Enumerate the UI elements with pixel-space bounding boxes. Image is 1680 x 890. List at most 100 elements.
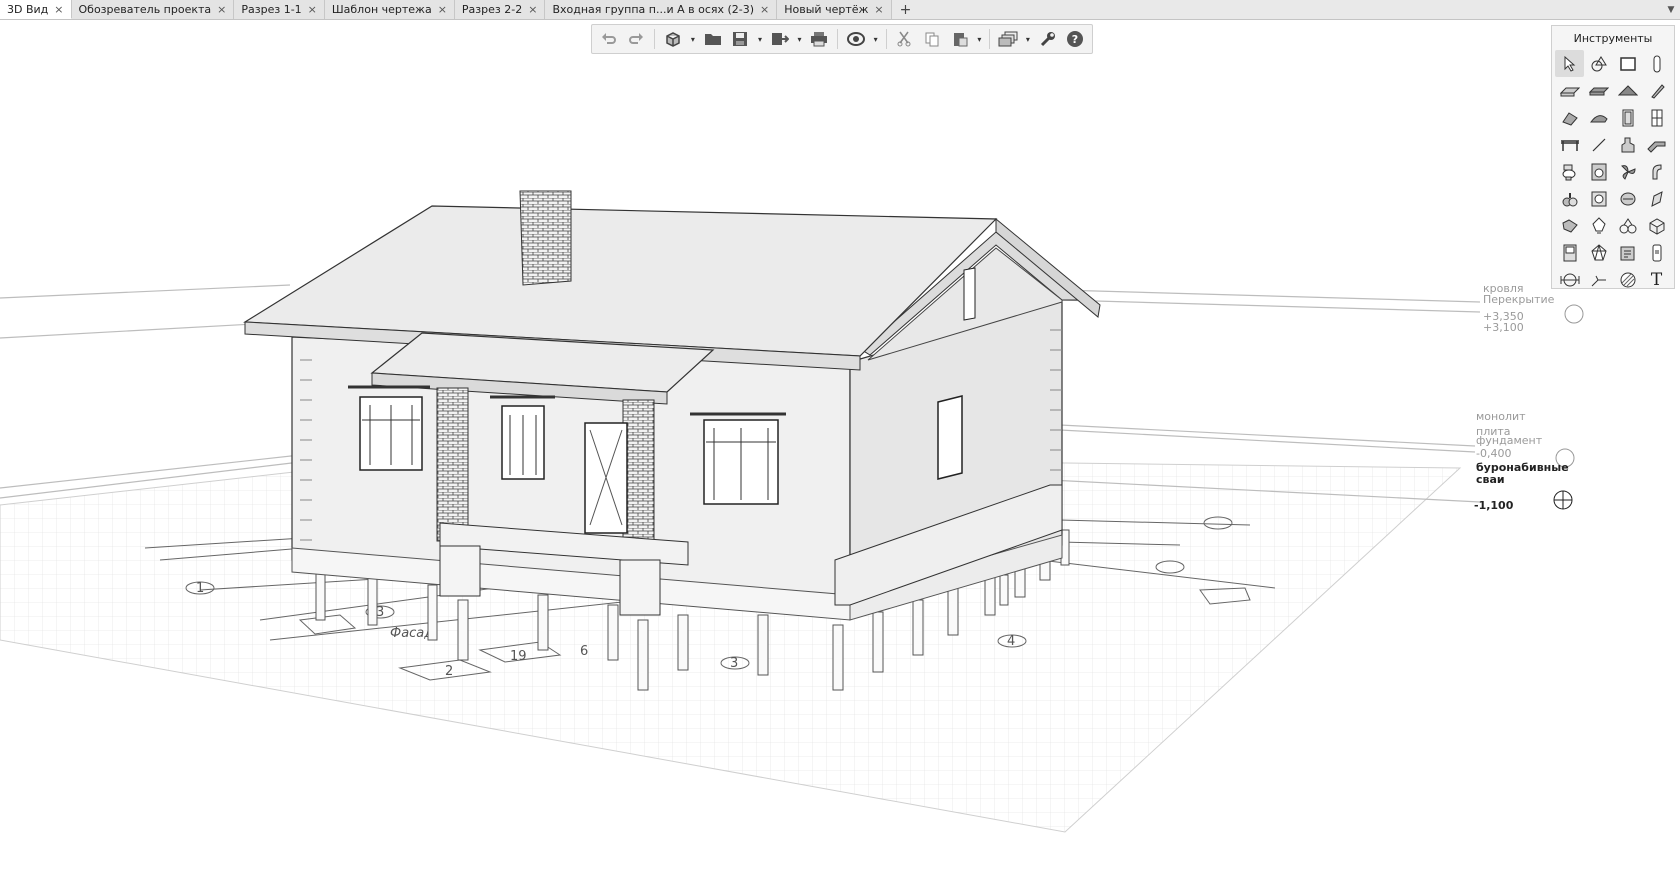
tab-label: Шаблон чертежа xyxy=(331,3,432,16)
tab-section-2-2[interactable]: Разрез 2-2 × xyxy=(454,0,546,19)
tab-drawing-template[interactable]: Шаблон чертежа × xyxy=(324,0,455,19)
tab-close-icon[interactable]: × xyxy=(217,3,226,16)
leader-icon[interactable] xyxy=(1584,266,1613,293)
redo-icon[interactable] xyxy=(624,27,650,51)
socket-icon[interactable] xyxy=(1642,239,1671,266)
house-model xyxy=(243,190,1101,621)
rectangle-icon[interactable] xyxy=(1613,50,1642,77)
panel-icon[interactable] xyxy=(1555,239,1584,266)
tab-close-icon[interactable]: × xyxy=(438,3,447,16)
paste-dropdown-icon[interactable]: ▾ xyxy=(974,27,984,51)
tab-overflow-icon[interactable]: ▼ xyxy=(1662,0,1680,19)
line-icon[interactable] xyxy=(1584,131,1613,158)
tab-project-browser[interactable]: Обозреватель проекта × xyxy=(71,0,235,19)
tab-close-icon[interactable]: × xyxy=(874,3,883,16)
toolbar-separator xyxy=(654,29,656,49)
svg-text:Фасад: Фасад xyxy=(390,626,433,641)
equipment-icon[interactable] xyxy=(1613,239,1642,266)
svg-text:4: 4 xyxy=(1007,634,1015,649)
print-icon[interactable] xyxy=(806,27,832,51)
shapes-icon[interactable] xyxy=(1584,50,1613,77)
tab-close-icon[interactable]: × xyxy=(54,3,63,16)
tab-close-icon[interactable]: × xyxy=(760,3,769,16)
svg-text:1: 1 xyxy=(196,581,204,596)
washer-icon[interactable] xyxy=(1584,158,1613,185)
roof-icon[interactable] xyxy=(1613,77,1642,104)
duct-icon[interactable] xyxy=(1642,158,1671,185)
stair-icon[interactable] xyxy=(1555,104,1584,131)
help-icon[interactable]: ? xyxy=(1062,27,1088,51)
tab-label: 3D Вид xyxy=(7,2,49,16)
level-slab-label: монолит xyxy=(1476,410,1526,423)
fixture-icon[interactable] xyxy=(1613,131,1642,158)
tools-panel: Инструменты T xyxy=(1551,25,1675,290)
box-icon[interactable] xyxy=(1642,212,1671,239)
undo-icon[interactable] xyxy=(596,27,622,51)
cable-icon[interactable] xyxy=(1613,212,1642,239)
slab-icon[interactable] xyxy=(1555,77,1584,104)
layers-icon[interactable] xyxy=(995,27,1021,51)
tab-label: Новый чертёж xyxy=(784,3,869,16)
toolbar-separator xyxy=(837,29,839,49)
toolbar-separator xyxy=(989,29,991,49)
tab-entrance-group[interactable]: Входная группа п...и А в осях (2-3) × xyxy=(545,0,778,19)
hatch-icon[interactable] xyxy=(1613,266,1642,293)
add-tab-button[interactable]: + xyxy=(892,0,920,19)
window-icon[interactable] xyxy=(1642,104,1671,131)
svg-text:6: 6 xyxy=(580,644,588,659)
level-ceiling-label: Перекрытие xyxy=(1483,293,1555,306)
layers-dropdown-icon[interactable]: ▾ xyxy=(1023,27,1033,51)
view-dropdown-icon[interactable]: ▾ xyxy=(688,27,698,51)
valve-icon[interactable] xyxy=(1555,185,1584,212)
view-cube-icon[interactable] xyxy=(660,27,686,51)
export-icon[interactable] xyxy=(767,27,793,51)
model-canvas: 1 3 3 4 2 19 6 Фасад xyxy=(0,190,1584,833)
tab-close-icon[interactable]: × xyxy=(308,3,317,16)
3d-viewport[interactable]: 1 3 3 4 2 19 6 Фасад xyxy=(0,20,1680,890)
bend-icon[interactable] xyxy=(1642,185,1671,212)
tab-label: Разрез 1-1 xyxy=(241,3,302,16)
settings-wrench-icon[interactable] xyxy=(1035,27,1061,51)
level-ceiling-value: +3,100 xyxy=(1483,321,1524,334)
tools-grid: T xyxy=(1552,48,1674,295)
tab-label: Входная группа п...и А в осях (2-3) xyxy=(552,3,755,16)
orbit-icon[interactable] xyxy=(843,27,869,51)
level-slab-value: -0,400 xyxy=(1476,447,1512,460)
text-icon[interactable]: T xyxy=(1642,266,1671,293)
tank-icon[interactable] xyxy=(1613,185,1642,212)
beam-icon[interactable] xyxy=(1584,77,1613,104)
level-piles-value: -1,100 xyxy=(1474,499,1514,512)
level-piles-sub-label: сваи xyxy=(1476,473,1505,486)
pump-icon[interactable] xyxy=(1584,185,1613,212)
light-icon[interactable] xyxy=(1584,212,1613,239)
tab-new-drawing[interactable]: Новый чертёж × xyxy=(777,0,892,19)
tab-3d-view[interactable]: 3D Вид × xyxy=(0,0,72,19)
level-foundation-label: фундамент xyxy=(1476,434,1543,447)
fitting-icon[interactable] xyxy=(1555,212,1584,239)
dimension-icon[interactable] xyxy=(1555,266,1584,293)
toolbar-separator xyxy=(885,29,887,49)
toilet-icon[interactable] xyxy=(1555,158,1584,185)
sensor-icon[interactable] xyxy=(1584,239,1613,266)
column-icon[interactable] xyxy=(1642,50,1671,77)
copy-icon[interactable] xyxy=(919,27,945,51)
level-markers xyxy=(1553,304,1584,510)
pointer-icon[interactable] xyxy=(1555,50,1584,77)
tab-section-1-1[interactable]: Разрез 1-1 × xyxy=(234,0,325,19)
paste-icon[interactable] xyxy=(947,27,973,51)
save-icon[interactable] xyxy=(727,27,753,51)
pipe-icon[interactable] xyxy=(1642,131,1671,158)
door-icon[interactable] xyxy=(1613,104,1642,131)
open-folder-icon[interactable] xyxy=(700,27,726,51)
fan-icon[interactable] xyxy=(1613,158,1642,185)
export-dropdown-icon[interactable]: ▾ xyxy=(795,27,805,51)
pencil-icon[interactable] xyxy=(1642,77,1671,104)
cap-icon[interactable] xyxy=(1584,104,1613,131)
tools-panel-title: Инструменты xyxy=(1573,32,1653,45)
save-dropdown-icon[interactable]: ▾ xyxy=(755,27,765,51)
orbit-dropdown-icon[interactable]: ▾ xyxy=(871,27,881,51)
main-toolbar: ▾ ▾ ▾ ▾ ▾ ▾ ? xyxy=(591,24,1093,54)
cut-icon[interactable] xyxy=(892,27,918,51)
tab-close-icon[interactable]: × xyxy=(528,3,537,16)
table-icon[interactable] xyxy=(1555,131,1584,158)
